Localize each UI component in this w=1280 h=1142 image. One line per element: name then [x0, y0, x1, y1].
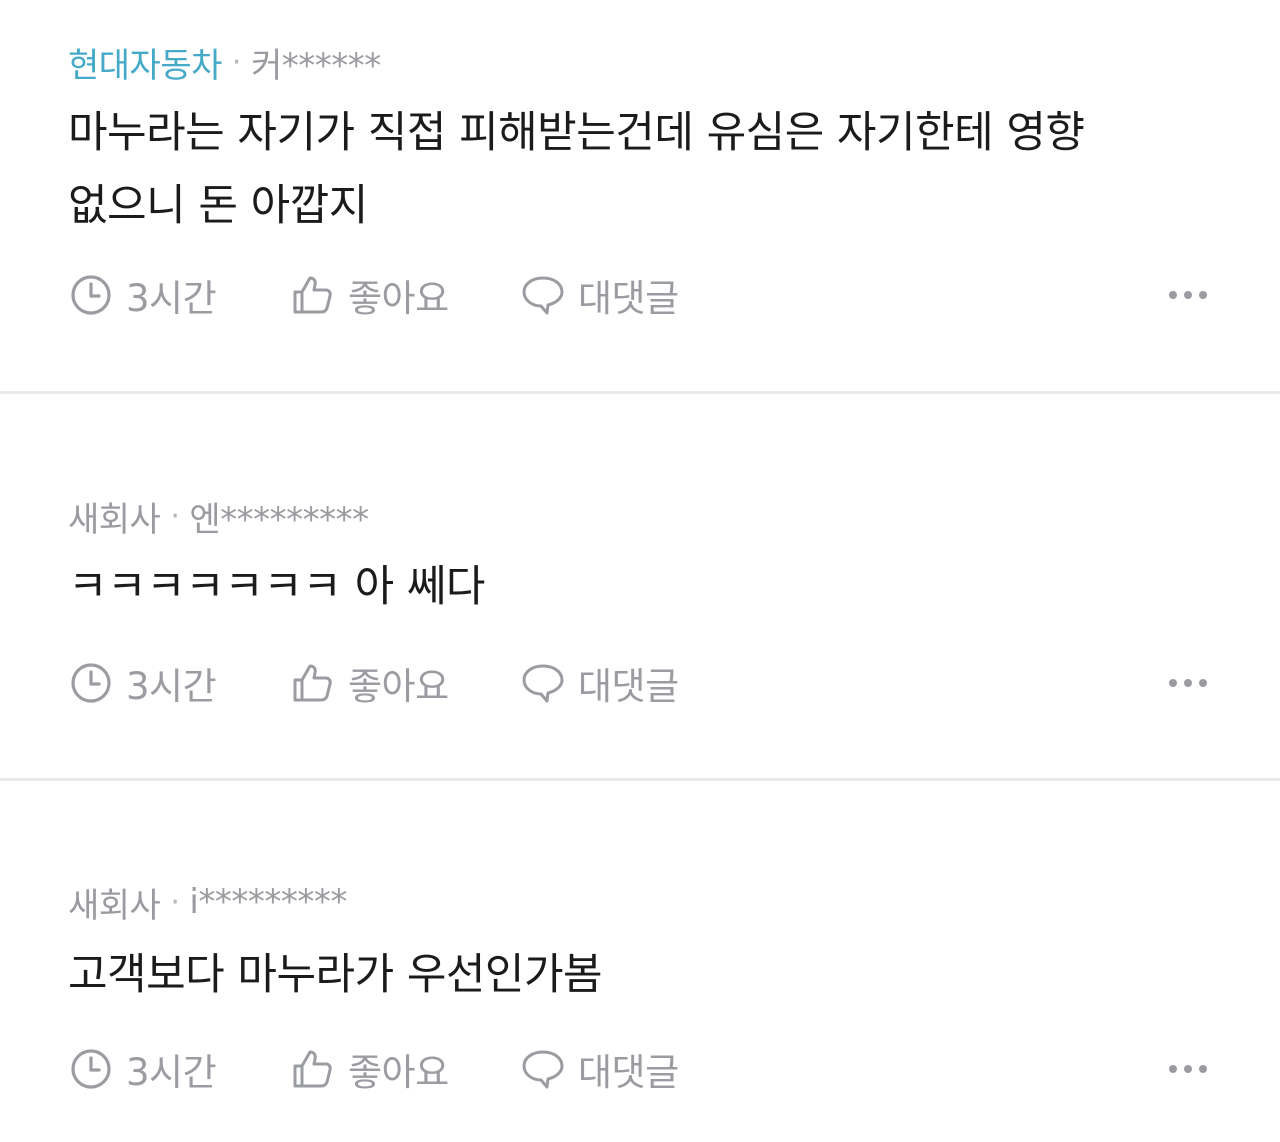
comment-item: 새회사 · 엔********* ㅋㅋㅋㅋㅋㅋㅋ 아 쎄다 3시간 좋아요 대댓…	[0, 394, 1280, 778]
comment-header: 새회사 · i*********	[68, 878, 347, 927]
comment-item: 현대자동차 · 커****** 마누라는 자기가 직접 피해받는건데 유심은 자…	[0, 0, 1280, 392]
more-options-button[interactable]	[1148, 663, 1208, 703]
reply-button[interactable]: 대댓글	[520, 656, 720, 710]
clock-icon	[71, 663, 111, 703]
more-options-icon	[1169, 1065, 1207, 1073]
more-options-icon	[1169, 291, 1207, 299]
like-label: 좋아요	[348, 1051, 449, 1094]
comment-actions: 3시간 좋아요 대댓글	[68, 265, 1208, 325]
reply-button[interactable]: 대댓글	[520, 1042, 720, 1096]
company-name[interactable]: 새회사	[68, 492, 161, 541]
company-name[interactable]: 새회사	[68, 878, 161, 927]
reply-button[interactable]: 대댓글	[520, 268, 720, 322]
comment-actions: 3시간 좋아요 대댓글	[68, 653, 1208, 713]
comment-text: 고객보다 마누라가 우선인가봄	[68, 950, 603, 1000]
reply-label: 대댓글	[578, 277, 679, 320]
timestamp-label: 3시간	[126, 665, 217, 708]
thumbs-up-icon	[293, 276, 332, 314]
comment-header: 현대자동차 · 커******	[68, 38, 381, 87]
timestamp-label: 3시간	[126, 1051, 217, 1094]
clock-icon	[71, 1049, 111, 1089]
timestamp: 3시간	[68, 656, 290, 710]
more-options-icon	[1169, 679, 1207, 687]
comment-text: ㅋㅋㅋㅋㅋㅋㅋ 아 쎄다	[68, 562, 485, 612]
timestamp-label: 3시간	[126, 277, 217, 320]
author-name[interactable]: 커******	[251, 38, 381, 87]
company-name[interactable]: 현대자동차	[68, 38, 222, 87]
more-options-button[interactable]	[1148, 1049, 1208, 1089]
speech-bubble-icon	[522, 664, 564, 703]
header-separator: ·	[231, 44, 242, 80]
comment-header: 새회사 · 엔*********	[68, 492, 369, 541]
comment-text: 마누라는 자기가 직접 피해받는건데 유심은 자기한테 영향 없으니 돈 아깝지	[68, 108, 1085, 231]
comment-actions: 3시간 좋아요 대댓글	[68, 1039, 1208, 1099]
reply-label: 대댓글	[578, 1051, 679, 1094]
timestamp: 3시간	[68, 268, 290, 322]
thumbs-up-icon	[293, 1050, 332, 1088]
speech-bubble-icon	[522, 1050, 564, 1089]
more-options-button[interactable]	[1148, 275, 1208, 315]
speech-bubble-icon	[522, 276, 564, 315]
author-name[interactable]: i*********	[189, 882, 347, 922]
author-name[interactable]: 엔*********	[189, 492, 369, 541]
comment-item: 새회사 · i********* 고객보다 마누라가 우선인가봄 3시간 좋아요…	[0, 781, 1280, 1142]
thumbs-up-icon	[293, 664, 332, 702]
like-button[interactable]: 좋아요	[290, 268, 520, 322]
reply-label: 대댓글	[578, 665, 679, 708]
header-separator: ·	[170, 884, 180, 920]
like-label: 좋아요	[348, 665, 449, 708]
like-label: 좋아요	[348, 277, 449, 320]
timestamp: 3시간	[68, 1042, 290, 1096]
clock-icon	[71, 275, 111, 315]
header-separator: ·	[170, 498, 180, 534]
like-button[interactable]: 좋아요	[290, 656, 520, 710]
like-button[interactable]: 좋아요	[290, 1042, 520, 1096]
